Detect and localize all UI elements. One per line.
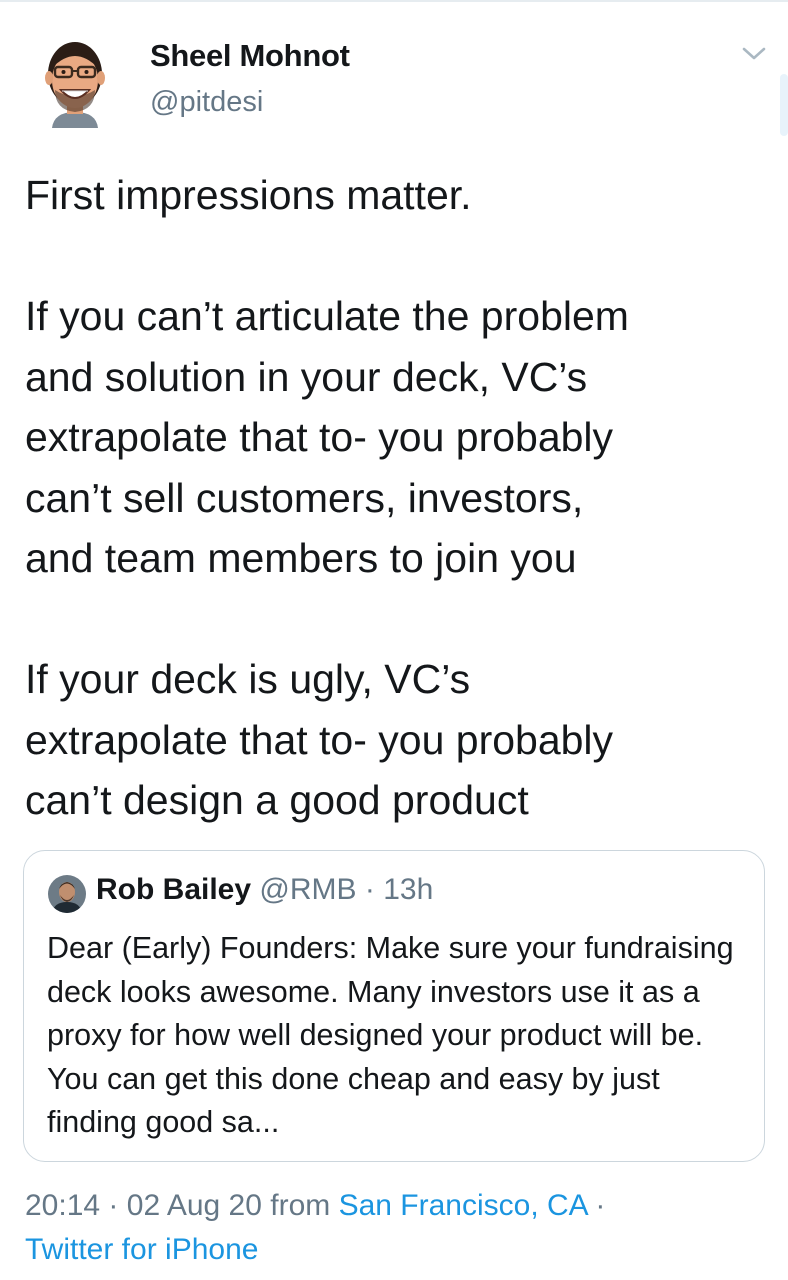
quoted-author-name[interactable]: Rob Bailey (96, 873, 251, 906)
quoted-timestamp[interactable]: 13h (383, 873, 433, 906)
separator-dot: · (595, 1189, 606, 1222)
tweet-header: Sheel Mohnot @pitdesi (0, 0, 788, 150)
quoted-author-handle[interactable]: @RMB (259, 873, 356, 906)
chevron-down-icon[interactable] (740, 44, 768, 64)
tweet-paragraph: First impressions matter. (25, 172, 472, 218)
from-label: from (270, 1189, 331, 1222)
tweet-time[interactable]: 20:14 (25, 1189, 100, 1222)
tweet-paragraph: If your deck is ugly, VC’s extrapolate t… (25, 656, 614, 823)
tweet-paragraph: If you can’t articulate the problem and … (25, 293, 629, 581)
source-link[interactable]: Twitter for iPhone (25, 1233, 258, 1266)
quoted-tweet-card[interactable]: Rob Bailey @RMB · 13h Dear (Early) Found… (23, 850, 765, 1162)
author-name[interactable]: Sheel Mohnot (150, 38, 350, 74)
quoted-avatar[interactable] (48, 875, 86, 913)
location-link[interactable]: San Francisco, CA (339, 1189, 587, 1222)
tweet-date[interactable]: 02 Aug 20 (127, 1189, 262, 1222)
tweet-body: First impressions matter. If you can’t a… (25, 165, 770, 831)
separator-dot: · (364, 873, 375, 906)
tweet-metadata: 20:14 · 02 Aug 20 from San Francisco, CA… (25, 1184, 765, 1272)
cartoon-avatar-icon[interactable] (42, 32, 108, 132)
quoted-header: Rob Bailey @RMB · 13h (96, 873, 433, 907)
author-handle[interactable]: @pitdesi (150, 86, 263, 119)
separator-dot: · (108, 1189, 119, 1222)
quoted-tweet-text: Dear (Early) Founders: Make sure your fu… (47, 931, 734, 1139)
